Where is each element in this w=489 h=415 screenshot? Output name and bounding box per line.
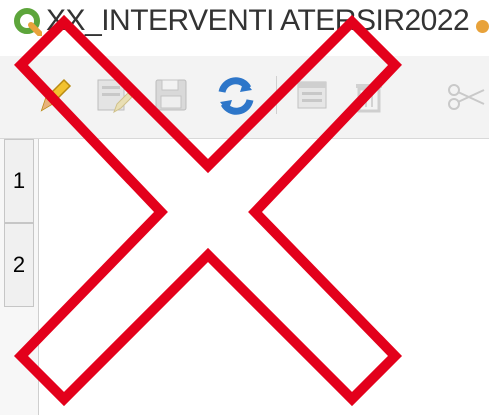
save-icon[interactable] (150, 74, 194, 118)
title-overflow-icon (476, 20, 489, 33)
row-header-2[interactable]: 2 (4, 223, 34, 307)
add-row-icon[interactable] (292, 74, 336, 118)
toolbar-separator (276, 76, 277, 114)
window-title: XX_INTERVENTI ATERSIR2022 (46, 4, 470, 37)
refresh-icon[interactable] (214, 74, 258, 118)
trash-icon[interactable] (348, 74, 392, 118)
attribute-table-grid[interactable]: 1 2 (0, 139, 489, 415)
pencil-icon[interactable] (32, 74, 76, 118)
row-header-column: 1 2 (0, 139, 39, 415)
window-titlebar: XX_INTERVENTI ATERSIR2022 (0, 0, 489, 48)
qgis-logo-icon (14, 8, 43, 41)
scissors-icon[interactable] (444, 74, 488, 118)
table-row[interactable] (39, 223, 489, 307)
attribute-table-toolbar (0, 56, 489, 139)
table-row[interactable] (39, 139, 489, 223)
row-header-1[interactable]: 1 (4, 139, 34, 223)
multi-edit-icon[interactable] (92, 74, 136, 118)
